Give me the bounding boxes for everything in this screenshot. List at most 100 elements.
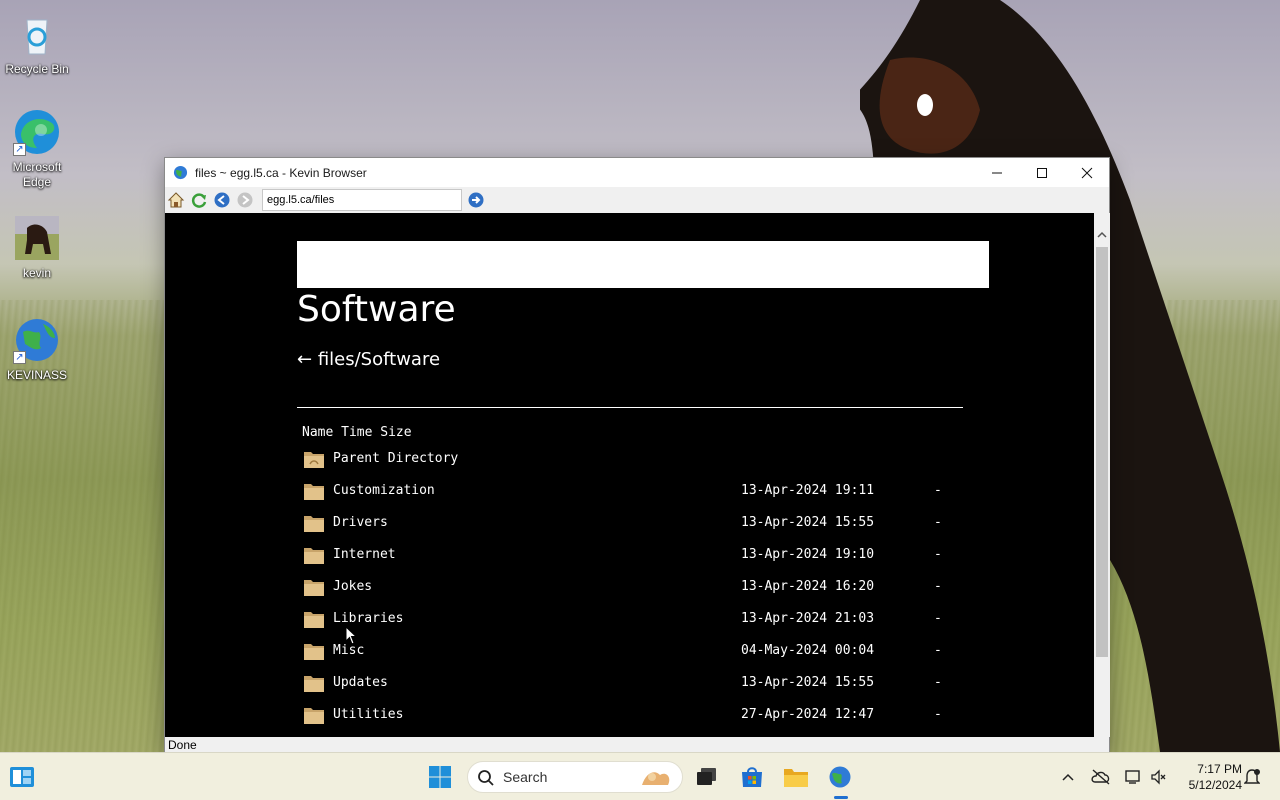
table-row[interactable]: Jokes 13-Apr-2024 16:20 - (303, 576, 953, 600)
table-row[interactable]: Utilities 27-Apr-2024 12:47 - (303, 704, 953, 728)
folder-icon (304, 516, 324, 532)
folder-name-link[interactable]: Utilities (333, 707, 403, 722)
store-button[interactable] (736, 761, 768, 793)
recycle-bin-icon (13, 10, 61, 58)
minimize-icon (992, 172, 1002, 173)
back-icon[interactable] (213, 191, 231, 209)
mouse-cursor-icon (345, 626, 358, 645)
file-size: - (934, 483, 942, 498)
onedrive-status[interactable] (1085, 761, 1117, 793)
notifications-button[interactable] (1236, 761, 1268, 793)
windows-logo-icon (429, 766, 451, 788)
modified-time: 13-Apr-2024 15:55 (741, 675, 875, 690)
table-row[interactable]: Drivers 13-Apr-2024 15:55 - (303, 512, 953, 536)
file-size: - (934, 515, 942, 530)
folder-icon (304, 644, 324, 660)
desktop-icon-kevinass[interactable]: ↗ KEVINASS (0, 316, 74, 383)
modified-time: 27-Apr-2024 12:47 (741, 707, 875, 722)
shortcut-arrow-icon: ↗ (13, 351, 26, 364)
table-row[interactable]: Misc 04-May-2024 00:04- (303, 640, 953, 664)
file-size: - (934, 643, 942, 658)
navigation-toolbar: egg.l5.ca/files (165, 187, 1109, 213)
modified-time: 13-Apr-2024 19:11 (741, 483, 875, 498)
show-hidden-icons-button[interactable] (1052, 761, 1084, 793)
folder-icon (304, 580, 324, 596)
folder-icon (304, 676, 324, 692)
parent-directory-link[interactable]: Parent Directory (333, 451, 458, 466)
cloud-off-icon (1091, 769, 1110, 785)
refresh-icon[interactable] (190, 191, 208, 209)
globe-icon: ↗ (13, 316, 61, 364)
folder-icon (304, 708, 324, 724)
close-button[interactable] (1064, 158, 1110, 187)
folder-name-link[interactable]: Updates (333, 675, 388, 690)
clock-time: 7:17 PM (1197, 762, 1242, 776)
page-content: Software ← files/Software Name Time Size… (165, 213, 1094, 737)
breadcrumb[interactable]: ← files/Software (297, 349, 440, 370)
scroll-up-icon[interactable] (1094, 227, 1110, 243)
taskbar-search[interactable]: Search (467, 761, 683, 793)
desktop-icon-label: kevin (22, 266, 51, 280)
desktop-icon-label: Recycle Bin (5, 62, 69, 76)
table-row[interactable]: Libraries 13-Apr-2024 21:03 - (303, 608, 953, 632)
table-header: Name Time Size (302, 425, 412, 440)
parent-folder-icon (304, 452, 324, 468)
folder-name-link[interactable]: Drivers (333, 515, 388, 530)
volume-status[interactable] (1142, 761, 1174, 793)
browser-globe-icon (829, 766, 851, 788)
kevin-browser-taskbar-button[interactable] (824, 761, 856, 799)
horse-picture-icon (13, 214, 61, 262)
folder-name-link[interactable]: Customization (333, 483, 435, 498)
modified-time: 13-Apr-2024 19:10 (741, 547, 875, 562)
vertical-scrollbar[interactable] (1094, 213, 1110, 737)
back-arrow-icon: ← (297, 349, 313, 370)
desktop-icon-kevin[interactable]: kevin (0, 214, 74, 281)
speaker-muted-icon (1151, 769, 1166, 785)
table-row[interactable]: Updates 13-Apr-2024 15:55 - (303, 672, 953, 696)
title-bar[interactable]: files ~ egg.l5.ca - Kevin Browser (165, 158, 1109, 187)
forward-icon[interactable] (236, 191, 254, 209)
table-row[interactable]: Customization 13-Apr-2024 19:11 - (303, 480, 953, 504)
divider (297, 407, 963, 408)
widgets-button[interactable] (6, 761, 38, 793)
go-icon[interactable] (467, 191, 485, 209)
file-size: - (934, 547, 942, 562)
minimize-button[interactable] (974, 158, 1020, 187)
store-icon (742, 767, 762, 787)
modified-time: 13-Apr-2024 21:03 (741, 611, 875, 626)
scrollbar-thumb[interactable] (1096, 247, 1108, 657)
folder-name-link[interactable]: Internet (333, 547, 396, 562)
desktop-icon-label: KEVINASS (6, 368, 68, 382)
desktop-icon-label: Microsoft Edge (12, 160, 62, 189)
page-title: Software (297, 289, 456, 330)
maximize-icon (1037, 167, 1047, 178)
address-bar[interactable]: egg.l5.ca/files (262, 189, 462, 211)
modified-time: 04-May-2024 00:04 (741, 643, 875, 658)
file-size: - (934, 707, 942, 722)
folder-name-link[interactable]: Jokes (333, 579, 372, 594)
desktop-icon-recycle-bin[interactable]: Recycle Bin (0, 10, 74, 77)
maximize-button[interactable] (1019, 158, 1065, 187)
folder-name-link[interactable]: Libraries (333, 611, 403, 626)
home-icon[interactable] (167, 191, 185, 209)
parent-directory-row[interactable]: Parent Directory (303, 448, 953, 472)
bell-icon (1244, 769, 1260, 784)
clock-date: 5/12/2024 (1188, 778, 1242, 792)
browser-globe-icon (173, 165, 188, 180)
task-view-button[interactable] (691, 761, 723, 793)
start-button[interactable] (424, 761, 456, 793)
desktop-icon-microsoft-edge[interactable]: ↗ Microsoft Edge (0, 108, 74, 190)
task-view-icon (697, 768, 716, 785)
chevron-up-icon (1062, 773, 1074, 781)
table-row[interactable]: Internet 13-Apr-2024 19:10 - (303, 544, 953, 568)
modified-time: 13-Apr-2024 15:55 (741, 515, 875, 530)
edge-icon: ↗ (13, 108, 61, 156)
file-explorer-button[interactable] (780, 761, 812, 793)
system-clock[interactable]: 7:17 PM 5/12/2024 (1176, 761, 1242, 793)
file-size: - (934, 579, 942, 594)
folder-icon (304, 484, 324, 500)
window-title: files ~ egg.l5.ca - Kevin Browser (195, 165, 367, 180)
network-icon (1125, 770, 1140, 784)
shortcut-arrow-icon: ↗ (13, 143, 26, 156)
search-icon (478, 770, 494, 786)
